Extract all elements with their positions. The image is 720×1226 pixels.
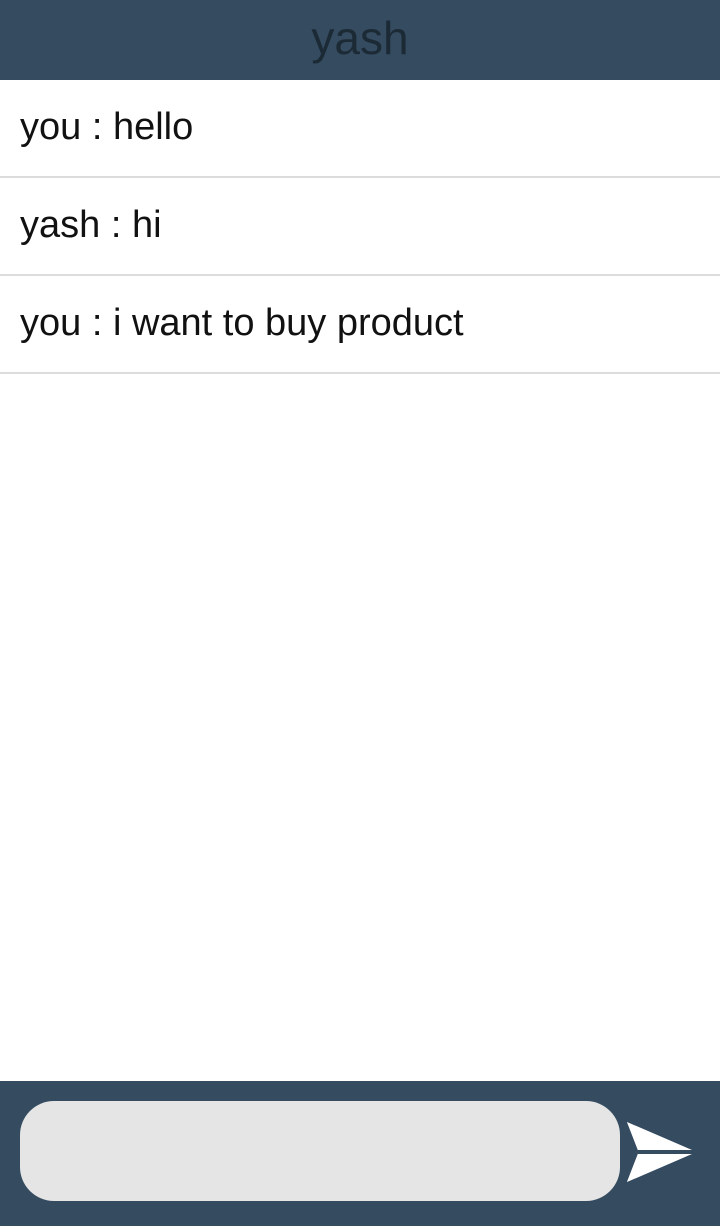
send-button[interactable]: [624, 1119, 700, 1185]
message-item: yash : hi: [0, 178, 720, 276]
message-text: yash : hi: [20, 204, 162, 246]
composer-bar: [0, 1081, 720, 1226]
message-item: you : i want to buy product: [0, 276, 720, 374]
message-list[interactable]: you : hello yash : hi you : i want to bu…: [0, 80, 720, 1080]
chat-screen: yash you : hello yash : hi you : i want …: [0, 0, 720, 1226]
message-text: you : hello: [20, 106, 194, 148]
chat-title: yash: [311, 12, 409, 64]
message-text: you : i want to buy product: [20, 302, 464, 344]
chat-header: yash: [0, 0, 720, 80]
message-item: you : hello: [0, 80, 720, 178]
message-input[interactable]: [20, 1101, 620, 1201]
send-arrow-icon: [625, 1120, 700, 1184]
